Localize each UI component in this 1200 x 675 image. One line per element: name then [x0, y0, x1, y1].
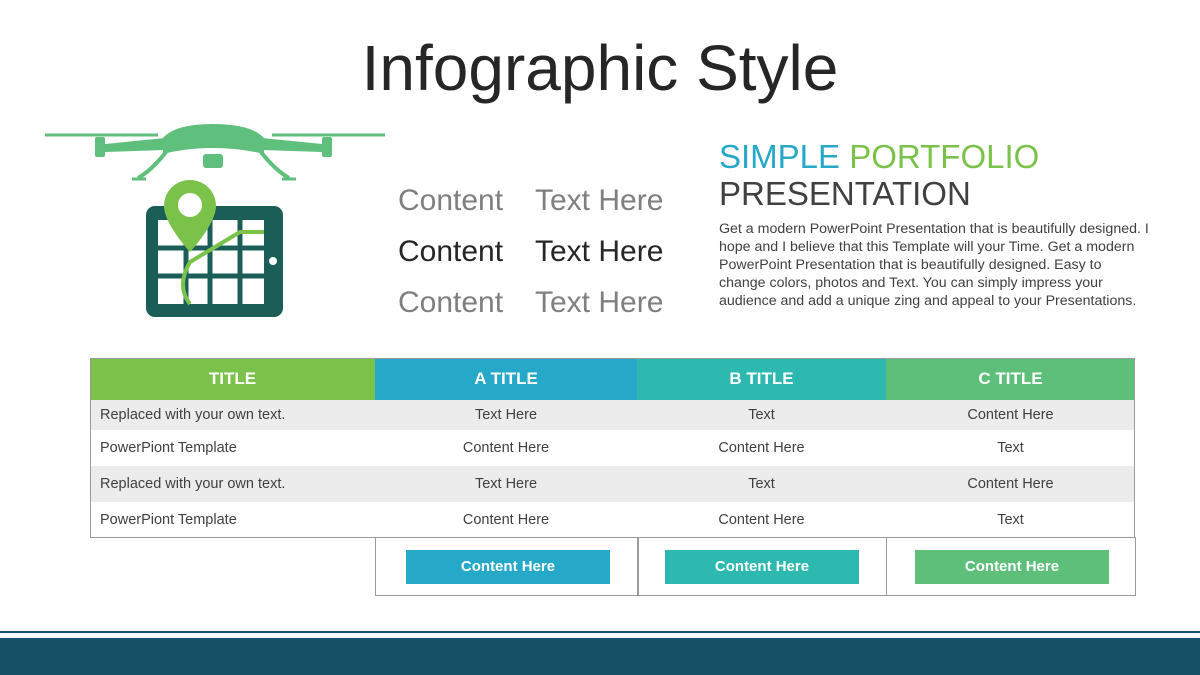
table-cell: Replaced with your own text. — [90, 400, 375, 430]
table-cell: Content Here — [886, 400, 1135, 430]
portfolio-heading: SIMPLE PORTFOLIO — [719, 138, 1149, 175]
table-cell: PowerPiont Template — [90, 430, 375, 466]
list-item-label: Content — [398, 183, 504, 217]
table-cell: Content Here — [637, 430, 886, 466]
table-cell: Text Here — [375, 400, 637, 430]
button-cell-b: Content Here — [637, 537, 887, 596]
table-cell: Text — [637, 400, 886, 430]
table-cell: Text — [637, 466, 886, 502]
header-c-title: C TITLE — [886, 358, 1135, 400]
header-b-title: B TITLE — [637, 358, 886, 400]
table-cell: PowerPiont Template — [90, 502, 375, 537]
list-item-label: Content — [398, 234, 504, 268]
table-cell: Text — [886, 430, 1135, 466]
table-cell: Text Here — [375, 466, 637, 502]
comparison-table: TITLE A TITLE B TITLE C TITLE Replaced w… — [90, 358, 1135, 537]
content-button-c[interactable]: Content Here — [915, 550, 1109, 584]
content-button-b[interactable]: Content Here — [665, 550, 859, 584]
button-cell-a: Content Here — [375, 537, 639, 596]
slide-title: Infographic Style — [361, 32, 839, 104]
portfolio-block: SIMPLE PORTFOLIO PRESENTATION Get a mode… — [719, 138, 1149, 310]
table-row: PowerPiont Template Content Here Content… — [90, 430, 1135, 466]
button-cell-c: Content Here — [886, 537, 1136, 596]
header-title: TITLE — [90, 358, 375, 400]
table-cell: Replaced with your own text. — [90, 466, 375, 502]
table-cell: Content Here — [886, 466, 1135, 502]
table-cell: Content Here — [375, 502, 637, 537]
list-item-value: Text Here — [535, 234, 664, 268]
drone-tablet-illustration — [45, 124, 385, 317]
content-list: Content Text Here Content Text Here Cont… — [398, 175, 663, 328]
list-item-value: Text Here — [535, 183, 664, 217]
table-cell: Content Here — [637, 502, 886, 537]
list-item: Content Text Here — [398, 226, 663, 277]
portfolio-subheading: PRESENTATION — [719, 175, 971, 212]
heading-part-portfolio: PORTFOLIO — [849, 138, 1040, 175]
drone-icon — [45, 124, 385, 181]
header-a-title: A TITLE — [375, 358, 637, 400]
footer-line — [0, 631, 1200, 633]
table-cell: Text — [886, 502, 1135, 537]
tablet-map-icon — [146, 206, 283, 317]
table-row: Replaced with your own text. Text Here T… — [90, 466, 1135, 502]
list-item-label: Content — [398, 285, 504, 319]
list-item: Content Text Here — [398, 277, 663, 328]
list-item-value: Text Here — [535, 285, 664, 319]
heading-part-simple: SIMPLE — [719, 138, 841, 175]
footer-bar — [0, 638, 1200, 675]
list-item: Content Text Here — [398, 175, 663, 226]
table-cell: Content Here — [375, 430, 637, 466]
table-row: Replaced with your own text. Text Here T… — [90, 400, 1135, 430]
portfolio-description: Get a modern PowerPoint Presentation tha… — [719, 221, 1149, 309]
table-header-row: TITLE A TITLE B TITLE C TITLE — [90, 358, 1135, 400]
table-row: PowerPiont Template Content Here Content… — [90, 502, 1135, 537]
content-button-a[interactable]: Content Here — [406, 550, 610, 584]
